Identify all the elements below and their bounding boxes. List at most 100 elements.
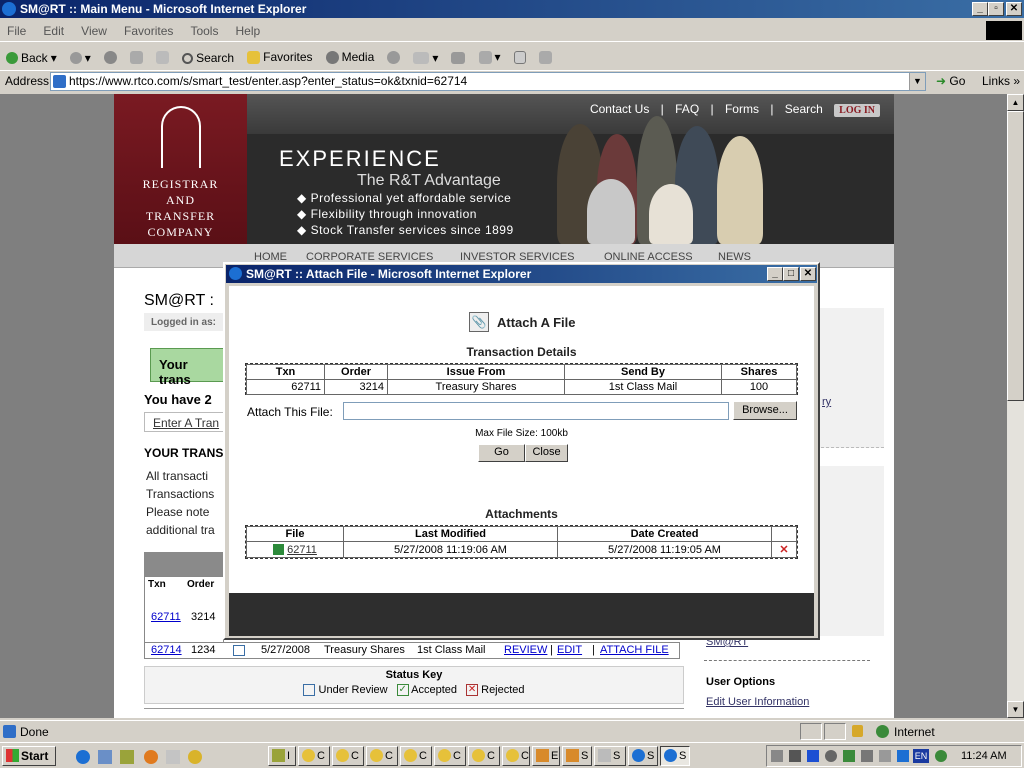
- taskbar-button[interactable]: E: [532, 746, 560, 766]
- taskbar-button[interactable]: I: [268, 746, 296, 766]
- scroll-down-icon[interactable]: ▼: [1007, 701, 1024, 718]
- window-title: SM@RT :: Main Menu - Microsoft Internet …: [20, 2, 307, 16]
- home-button[interactable]: [156, 50, 169, 64]
- edit-link[interactable]: EDIT: [557, 643, 582, 658]
- messenger-button[interactable]: [538, 50, 552, 64]
- taskbar-button-active[interactable]: S: [660, 746, 690, 766]
- taskbar-button[interactable]: S: [594, 746, 626, 766]
- date-value: 5/27/2008: [261, 644, 310, 656]
- edit-user-info-link[interactable]: Edit User Information: [706, 696, 809, 708]
- popup-close-button[interactable]: ✕: [800, 267, 816, 281]
- enter-transaction-link[interactable]: Enter A Tran: [144, 412, 224, 432]
- back-button[interactable]: Back ▾: [6, 45, 57, 71]
- taskbar-button[interactable]: C: [468, 746, 500, 766]
- top-separator: |: [770, 102, 774, 116]
- volume-icon[interactable]: [771, 750, 783, 762]
- app-icon: [472, 749, 485, 762]
- txn-link-62714[interactable]: 62714: [151, 643, 182, 658]
- login-button[interactable]: LOG IN: [834, 104, 880, 117]
- refresh-button[interactable]: [129, 50, 143, 64]
- under-review-label: Under Review: [318, 684, 388, 696]
- rejected-x-icon: ✕: [466, 684, 479, 697]
- popup-footer: [229, 593, 814, 636]
- col-order: Order: [187, 579, 215, 590]
- scroll-thumb[interactable]: [1007, 111, 1024, 401]
- history-button[interactable]: [387, 50, 401, 64]
- taskbar-button[interactable]: C: [366, 746, 398, 766]
- taskbar-button[interactable]: C: [332, 746, 364, 766]
- print-button[interactable]: [451, 51, 466, 64]
- ie-icon: [664, 749, 677, 762]
- tray-app-icon[interactable]: [807, 750, 819, 762]
- menu-edit[interactable]: Edit: [43, 24, 64, 38]
- go-button[interactable]: ➜ Go: [936, 74, 965, 88]
- taskbar-button[interactable]: C: [298, 746, 330, 766]
- menu-view[interactable]: View: [81, 24, 107, 38]
- media-button[interactable]: Media: [325, 44, 374, 70]
- quicklaunch-firefox-icon[interactable]: [144, 750, 158, 764]
- language-indicator[interactable]: EN: [913, 749, 929, 763]
- start-button[interactable]: Start: [2, 746, 56, 766]
- go-button[interactable]: Go: [478, 444, 525, 462]
- attachment-file-link[interactable]: 62711: [287, 544, 317, 556]
- popup-maximize-button[interactable]: □: [783, 267, 799, 281]
- minimize-button[interactable]: _: [972, 2, 988, 16]
- menu-file[interactable]: File: [7, 24, 26, 38]
- address-input[interactable]: https://www.rtco.com/s/smart_test/enter.…: [50, 72, 926, 91]
- favorites-icon: [247, 50, 261, 64]
- taskbar-button-label: S: [613, 750, 621, 762]
- delete-attachment-icon[interactable]: ✕: [771, 541, 797, 558]
- taskbar-button[interactable]: C: [434, 746, 466, 766]
- quicklaunch-app-icon[interactable]: [166, 750, 180, 764]
- quicklaunch-app-icon[interactable]: [98, 750, 112, 764]
- taskbar-button[interactable]: S: [562, 746, 592, 766]
- attach-file-label: Attach This File:: [247, 405, 333, 419]
- instructions-line: additional tra: [146, 523, 215, 537]
- edit-page-button[interactable]: ▾: [478, 44, 501, 70]
- quicklaunch-app-icon[interactable]: [120, 750, 134, 764]
- hero-bullet-2: ◆ Flexibility through innovation: [297, 207, 477, 221]
- tray-app-icon[interactable]: [879, 750, 891, 762]
- browse-button[interactable]: Browse...: [733, 401, 797, 420]
- menu-help[interactable]: Help: [236, 24, 261, 38]
- restore-button[interactable]: ▫: [988, 2, 1004, 16]
- forward-button[interactable]: ▾: [69, 45, 91, 71]
- quicklaunch-app-icon[interactable]: [188, 750, 202, 764]
- mail-button[interactable]: ▾: [413, 45, 438, 71]
- menu-favorites[interactable]: Favorites: [124, 24, 173, 38]
- review-link[interactable]: REVIEW: [504, 643, 547, 658]
- favorites-button[interactable]: Favorites: [247, 44, 313, 70]
- stop-button[interactable]: [103, 50, 117, 64]
- internet-zone-icon: [876, 725, 889, 738]
- status-text: Done: [20, 725, 49, 739]
- tray-app-icon[interactable]: [825, 750, 837, 762]
- search-link[interactable]: Search: [785, 102, 823, 116]
- clock[interactable]: 11:24 AM: [961, 750, 1007, 762]
- menu-tools[interactable]: Tools: [190, 24, 218, 38]
- popup-minimize-button[interactable]: _: [767, 267, 783, 281]
- search-button[interactable]: Search: [182, 45, 234, 71]
- close-window-button[interactable]: ✕: [1006, 2, 1022, 16]
- scroll-up-icon[interactable]: ▲: [1007, 94, 1024, 111]
- taskbar-button[interactable]: S: [628, 746, 658, 766]
- quicklaunch-ie-icon[interactable]: [76, 750, 90, 764]
- menu-bar: File Edit View Favorites Tools Help: [0, 20, 1024, 42]
- taskbar-button[interactable]: C: [502, 746, 530, 766]
- discuss-button[interactable]: [513, 50, 526, 64]
- tray-app-icon[interactable]: [861, 750, 873, 762]
- tray-app-icon[interactable]: [843, 750, 855, 762]
- vertical-scrollbar[interactable]: ▲ ▼: [1007, 94, 1024, 718]
- taskbar-button[interactable]: C: [400, 746, 432, 766]
- messenger-icon: [538, 50, 552, 64]
- file-path-input[interactable]: [343, 402, 729, 420]
- txn-link-62711[interactable]: 62711: [151, 611, 181, 623]
- sidebar-link[interactable]: ry: [822, 396, 831, 408]
- address-dropdown-icon[interactable]: ▼: [909, 73, 925, 90]
- links-button[interactable]: Links »: [982, 74, 1020, 88]
- tray-app-icon[interactable]: [789, 750, 801, 762]
- close-button[interactable]: Close: [525, 444, 568, 462]
- tray-globe-icon[interactable]: [935, 750, 947, 762]
- tray-app-icon[interactable]: [897, 750, 909, 762]
- accepted-label: Accepted: [411, 684, 457, 696]
- attach-file-link[interactable]: ATTACH FILE: [600, 643, 669, 658]
